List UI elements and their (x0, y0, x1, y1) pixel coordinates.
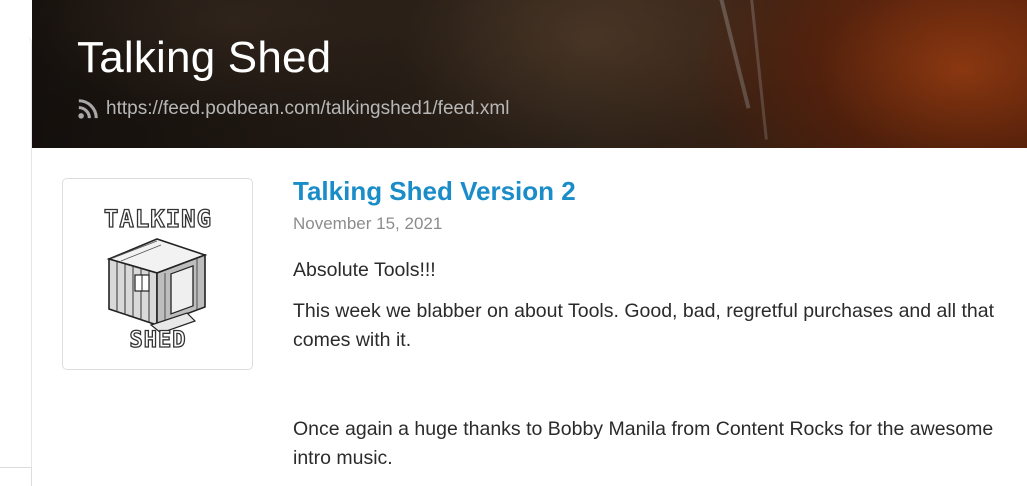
episode-description-paragraph: Once again a huge thanks to Bobby Manila… (293, 418, 994, 469)
rss-icon (78, 99, 98, 119)
left-edge-panel (0, 37, 32, 486)
podcast-title[interactable]: Talking Shed (77, 33, 331, 83)
feed-url-link[interactable]: https://feed.podbean.com/talkingshed1/fe… (106, 98, 509, 120)
episode-title-link[interactable]: Talking Shed Version 2 (293, 176, 576, 207)
page: Talking Shed https://feed.podbean.com/ta… (0, 0, 1027, 486)
left-edge-scroll-box (0, 467, 32, 486)
podcast-header-banner: Talking Shed https://feed.podbean.com/ta… (32, 0, 1027, 148)
feed-link-row[interactable]: https://feed.podbean.com/talkingshed1/fe… (77, 98, 509, 120)
episode-date: November 15, 2021 (293, 214, 443, 233)
left-edge-panel-top (0, 0, 32, 37)
episode-description-paragraph: Absolute Tools!!! (293, 259, 436, 281)
episode-description-paragraph: This week we blabber on about Tools. Goo… (293, 300, 994, 351)
logo-text-top: TALKING (104, 205, 212, 233)
episode-thumbnail[interactable]: TALKING SHED (62, 178, 253, 370)
talking-shed-logo: TALKING SHED (103, 204, 212, 351)
logo-text-bottom: SHED (130, 328, 187, 351)
